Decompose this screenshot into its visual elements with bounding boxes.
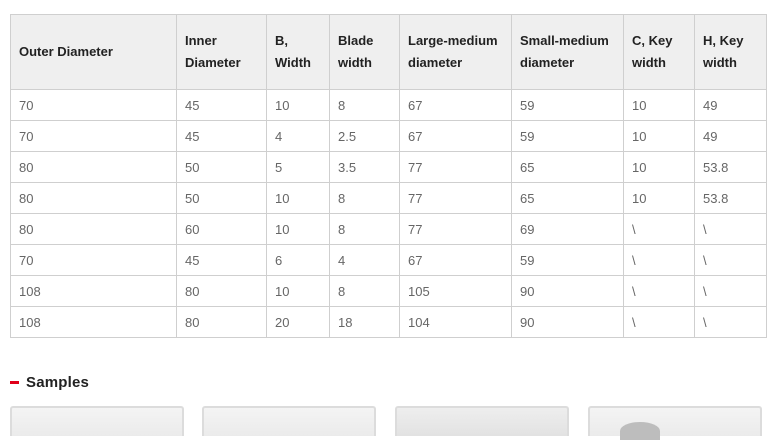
table-row: 80 60 10 8 77 69 \ \ — [10, 213, 767, 245]
table-cell: 59 — [511, 89, 624, 121]
header-small-medium-diameter: Small-medium diameter — [511, 14, 624, 90]
table-cell: 59 — [511, 244, 624, 276]
table-cell: 4 — [266, 120, 330, 152]
header-b-width: B, Width — [266, 14, 330, 90]
table-cell: 77 — [399, 213, 512, 245]
table-cell: \ — [694, 275, 767, 307]
table-cell: 3.5 — [329, 151, 400, 183]
table-cell: \ — [623, 275, 695, 307]
table-row: 70 45 10 8 67 59 10 49 — [10, 89, 767, 121]
table-cell: 49 — [694, 89, 767, 121]
samples-heading: Samples — [10, 372, 89, 392]
table-cell: 90 — [511, 275, 624, 307]
table-cell: 8 — [329, 213, 400, 245]
table-row: 108 80 20 18 104 90 \ \ — [10, 306, 767, 338]
table-cell: 45 — [176, 120, 267, 152]
table-cell: 77 — [399, 182, 512, 214]
header-inner-diameter: Inner Diameter — [176, 14, 267, 90]
table-row: 70 45 6 4 67 59 \ \ — [10, 244, 767, 276]
table-cell: 104 — [399, 306, 512, 338]
specification-table: Outer Diameter Inner Diameter B, Width B… — [10, 14, 767, 338]
table-cell: 67 — [399, 89, 512, 121]
table-cell: 80 — [176, 275, 267, 307]
table-cell: 65 — [511, 151, 624, 183]
table-cell: 8 — [329, 275, 400, 307]
table-cell: 2.5 — [329, 120, 400, 152]
table-cell: 59 — [511, 120, 624, 152]
table-cell: 108 — [10, 306, 177, 338]
samples-title: Samples — [26, 373, 90, 391]
table-cell: 10 — [623, 89, 695, 121]
table-cell: \ — [623, 244, 695, 276]
header-blade-width: Blade width — [329, 14, 400, 90]
table-cell: 50 — [176, 182, 267, 214]
table-cell: 10 — [266, 275, 330, 307]
header-h-key-width: H, Key width — [694, 14, 767, 90]
table-cell: 10 — [623, 151, 695, 183]
table-cell: 69 — [511, 213, 624, 245]
header-c-key-width: C, Key width — [623, 14, 695, 90]
table-cell: 10 — [266, 89, 330, 121]
table-header-row: Outer Diameter Inner Diameter B, Width B… — [10, 14, 767, 90]
header-outer-diameter: Outer Diameter — [10, 14, 177, 90]
table-cell: 10 — [623, 120, 695, 152]
sample-thumbnail[interactable] — [395, 406, 569, 436]
table-cell: 105 — [399, 275, 512, 307]
table-row: 108 80 10 8 105 90 \ \ — [10, 275, 767, 307]
table-cell: \ — [623, 213, 695, 245]
table-cell: 70 — [10, 89, 177, 121]
table-cell: 80 — [10, 151, 177, 183]
table-cell: 53.8 — [694, 151, 767, 183]
table-cell: 8 — [329, 182, 400, 214]
table-cell: 80 — [176, 306, 267, 338]
table-cell: 50 — [176, 151, 267, 183]
table-cell: 65 — [511, 182, 624, 214]
table-cell: 10 — [623, 182, 695, 214]
accent-bar — [10, 380, 19, 384]
table-cell: 80 — [10, 182, 177, 214]
table-cell: 77 — [399, 151, 512, 183]
table-cell: 90 — [511, 306, 624, 338]
sample-thumbnail[interactable] — [588, 406, 762, 440]
table-cell: 70 — [10, 244, 177, 276]
header-large-medium-diameter: Large-medium diameter — [399, 14, 512, 90]
table-cell: 6 — [266, 244, 330, 276]
table-cell: 108 — [10, 275, 177, 307]
table-cell: 80 — [10, 213, 177, 245]
sample-image-shape — [620, 422, 660, 440]
table-cell: \ — [694, 306, 767, 338]
table-cell: \ — [623, 306, 695, 338]
table-cell: 60 — [176, 213, 267, 245]
sample-gallery — [10, 406, 767, 440]
table-row: 80 50 5 3.5 77 65 10 53.8 — [10, 151, 767, 183]
table-cell: 10 — [266, 213, 330, 245]
page: Outer Diameter Inner Diameter B, Width B… — [0, 0, 767, 440]
table-cell: 49 — [694, 120, 767, 152]
table-cell: \ — [694, 213, 767, 245]
table-cell: 67 — [399, 244, 512, 276]
table-cell: 67 — [399, 120, 512, 152]
table-cell: 53.8 — [694, 182, 767, 214]
table-cell: 4 — [329, 244, 400, 276]
table-cell: \ — [694, 244, 767, 276]
table-cell: 5 — [266, 151, 330, 183]
table-cell: 70 — [10, 120, 177, 152]
table-cell: 10 — [266, 182, 330, 214]
table-row: 70 45 4 2.5 67 59 10 49 — [10, 120, 767, 152]
table-cell: 18 — [329, 306, 400, 338]
sample-thumbnail[interactable] — [10, 406, 184, 436]
table-cell: 20 — [266, 306, 330, 338]
table-cell: 8 — [329, 89, 400, 121]
table-row: 80 50 10 8 77 65 10 53.8 — [10, 182, 767, 214]
sample-thumbnail[interactable] — [202, 406, 376, 436]
table-cell: 45 — [176, 89, 267, 121]
table-cell: 45 — [176, 244, 267, 276]
